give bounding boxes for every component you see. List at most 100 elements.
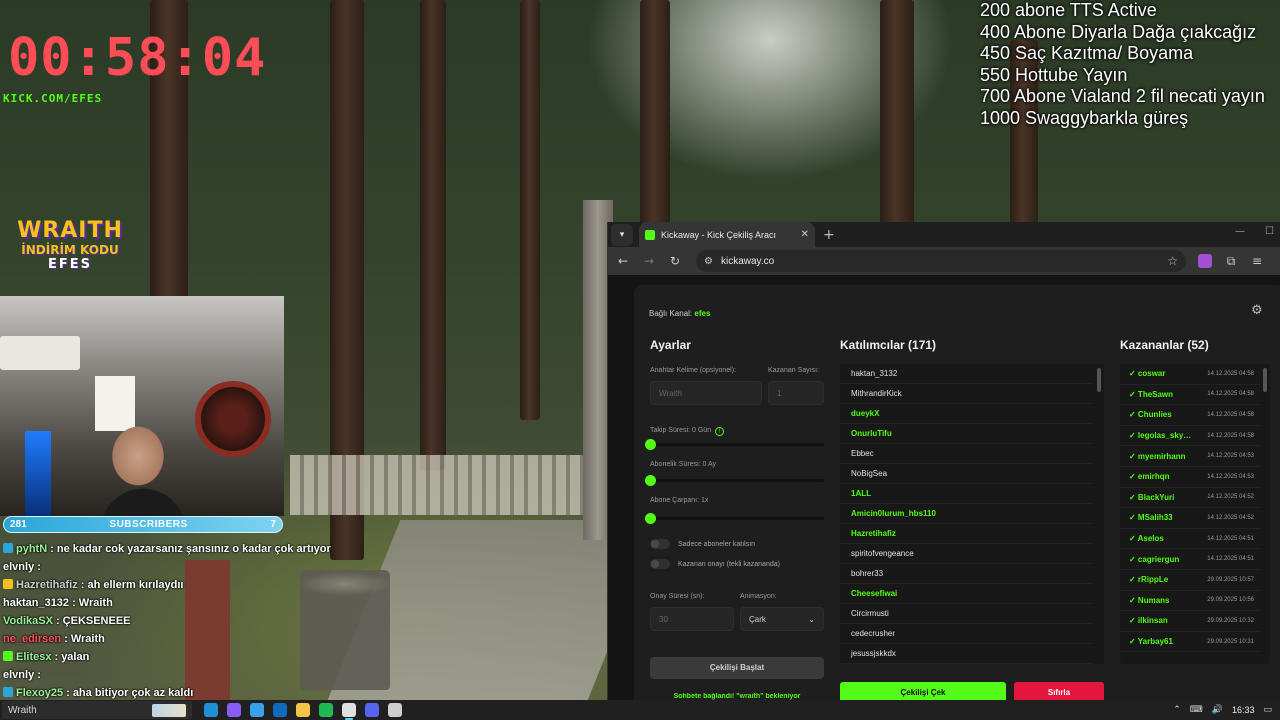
store-icon[interactable] xyxy=(250,703,264,717)
chat-text: : Wraith xyxy=(64,633,105,645)
clock[interactable]: 16:33 xyxy=(1232,705,1255,715)
goal-item: 700 Abone Vialand 2 fil necati yayın xyxy=(980,86,1265,106)
close-icon[interactable]: ✕ xyxy=(801,229,809,240)
only-subs-label: Sadece aboneler katılsın xyxy=(678,540,756,548)
bookmark-star-icon[interactable]: ☆ xyxy=(1167,254,1178,268)
winner-row: ✓ TheSawn 14.12.2025 04:58 xyxy=(1120,385,1260,406)
winner-row: ✓ rRippLe 29.09.2025 10:57 xyxy=(1120,570,1260,591)
chrome-icon[interactable] xyxy=(342,703,356,720)
outlook-icon[interactable] xyxy=(273,703,287,717)
approval-time-input[interactable]: 30 xyxy=(650,607,734,631)
site-info-icon[interactable]: ⚙ xyxy=(704,256,713,267)
participant-row: bohrer33 xyxy=(840,564,1092,584)
animation-label: Animasyon: xyxy=(740,593,777,600)
start-giveaway-button[interactable]: Çekilişi Başlat xyxy=(650,657,824,679)
chat-message: Hazretihafiz: ah ellerm kırılaydıı xyxy=(3,576,333,594)
winner-count-label: Kazanan Sayısı: xyxy=(768,367,819,374)
keyword-label: Anahtar Kelime (opsiyonel): xyxy=(650,367,736,374)
participant-row: Cheesefiwai xyxy=(840,584,1092,604)
participants-list[interactable]: haktan_3132 MithrandirKick dueykX OnurluTif… xyxy=(840,364,1104,664)
window-controls: — ☐ xyxy=(1235,226,1274,237)
extension-icon[interactable] xyxy=(1198,254,1212,268)
forward-arrow-icon[interactable]: → xyxy=(642,254,656,268)
promo-brand: WRAITH xyxy=(17,218,123,243)
channel-url: KICK.COM/EFES xyxy=(3,92,103,105)
kick-favicon-icon xyxy=(645,229,655,240)
chevron-down-icon: ⌄ xyxy=(808,615,815,624)
winner-approval-toggle[interactable] xyxy=(650,559,670,569)
minimize-icon[interactable]: — xyxy=(1235,226,1245,237)
winners-list[interactable]: ✓ coswar 14.12.2025 04:58 ✓ TheSawn 14.12.2… xyxy=(1120,364,1270,664)
taskbar-search[interactable]: Wraith xyxy=(2,701,192,719)
copilot-icon[interactable] xyxy=(227,703,241,717)
spotify-icon[interactable] xyxy=(319,703,333,717)
only-subs-option[interactable]: Sadece aboneler katılsın xyxy=(650,539,755,549)
maximize-icon[interactable]: ☐ xyxy=(1265,226,1274,237)
subscriber-goal-bar: 281 SUBSCRIBERS 7 xyxy=(3,516,283,533)
slider-handle[interactable] xyxy=(645,475,656,486)
only-subs-toggle[interactable] xyxy=(650,539,670,549)
new-tab-plus-icon[interactable]: + xyxy=(823,227,835,243)
goal-item: 450 Saç Kazıtma/ Boyama xyxy=(980,43,1194,63)
winner-row: ✓ emirhqn 14.12.2025 04:53 xyxy=(1120,467,1260,488)
draw-giveaway-button[interactable]: Çekilişi Çek xyxy=(840,682,1006,700)
participant-row: Ebbec xyxy=(840,444,1092,464)
settings-gear-icon[interactable]: ⚙ xyxy=(1251,303,1263,318)
winner-name: ✓ Numans xyxy=(1129,595,1170,605)
pinned-apps xyxy=(204,703,402,720)
follow-duration-label: Takip Süresi: 0 Gün! xyxy=(650,427,725,436)
chat-username: elvnly xyxy=(3,561,35,573)
chevron-up-icon[interactable]: ⌃ xyxy=(1173,705,1181,715)
subscriber-count: 281 xyxy=(10,519,27,530)
winner-date: 29.09.2025 10:32 xyxy=(1207,617,1254,624)
keyword-input[interactable]: Wraith xyxy=(650,381,762,405)
winner-row: ✓ myemirhann 14.12.2025 04:53 xyxy=(1120,446,1260,467)
extensions-puzzle-icon[interactable]: ⧉ xyxy=(1224,254,1238,269)
url-text: kickaway.co xyxy=(720,255,775,267)
follow-duration-slider[interactable] xyxy=(645,439,824,450)
volume-icon[interactable]: 🔊 xyxy=(1212,705,1223,715)
reset-button[interactable]: Sıfırla xyxy=(1014,682,1104,700)
winner-date: 14.12.2025 04:58 xyxy=(1207,370,1254,377)
participant-row: Amicin0lurum_hbs110 xyxy=(840,504,1092,524)
winner-name: ✓ Yarbay61 xyxy=(1129,637,1173,647)
chat-overlay: pyhtN: ne kadar cok yazarsanız şansınız … xyxy=(3,540,333,702)
tab-kickaway[interactable]: Kickaway - Kick Çekiliş Aracı ✕ xyxy=(639,222,815,247)
network-icon[interactable]: ⌨ xyxy=(1190,705,1203,715)
slider-handle[interactable] xyxy=(645,513,656,524)
goal-item: 200 abone TTS Active xyxy=(980,0,1157,20)
info-icon[interactable]: ! xyxy=(715,427,725,436)
animation-select[interactable]: Çark ⌄ xyxy=(740,607,824,631)
slider-handle[interactable] xyxy=(645,439,656,450)
obs-icon[interactable] xyxy=(388,703,402,717)
tab-search-button[interactable]: ▾ xyxy=(611,223,633,246)
search-text: Wraith xyxy=(8,704,37,716)
discord-icon[interactable] xyxy=(365,703,379,717)
scrollbar[interactable] xyxy=(1263,368,1267,392)
media-control-icon[interactable]: ≡ xyxy=(1250,254,1264,268)
goal-item: 550 Hottube Yayın xyxy=(980,64,1128,85)
chat-username: ne_edirsen xyxy=(3,633,62,645)
sub-duration-slider[interactable] xyxy=(645,475,824,486)
winner-name: ✓ cagriergun xyxy=(1129,554,1180,564)
winner-count-input[interactable]: 1 xyxy=(768,381,824,405)
file-explorer-icon[interactable] xyxy=(296,703,310,717)
winner-name: ✓ MSalih33 xyxy=(1129,513,1173,523)
chat-username: Elitesx xyxy=(16,651,52,663)
system-tray: ⌃ ⌨ 🔊 16:33 ▭ xyxy=(1173,700,1272,720)
back-arrow-icon[interactable]: ← xyxy=(616,254,630,268)
notification-icon[interactable]: ▭ xyxy=(1263,705,1272,715)
winner-row: ✓ cagriergun 14.12.2025 04:51 xyxy=(1120,549,1260,570)
winner-row: ✓ BlackYuri 14.12.2025 04:52 xyxy=(1120,488,1260,509)
chat-text: : xyxy=(37,669,41,681)
scrollbar[interactable] xyxy=(1097,368,1101,392)
browser-toolbar: ← → ↻ ⚙ kickaway.co ☆ ⧉ ≡ xyxy=(608,247,1280,275)
tab-strip: ▾ Kickaway - Kick Çekiliş Aracı ✕ + — ☐ xyxy=(608,222,1280,247)
sub-duration-label: Abonelik Süresi: 0 Ay xyxy=(650,461,717,468)
sub-multiplier-slider[interactable] xyxy=(645,513,824,524)
address-bar[interactable]: ⚙ kickaway.co ☆ xyxy=(696,250,1186,272)
winner-approval-option[interactable]: Kazanan onayı (tekli kazananda) xyxy=(650,559,780,569)
edge-icon[interactable] xyxy=(204,703,218,717)
reload-icon[interactable]: ↻ xyxy=(668,254,682,268)
chat-message: Elitesx: yalan xyxy=(3,648,333,666)
